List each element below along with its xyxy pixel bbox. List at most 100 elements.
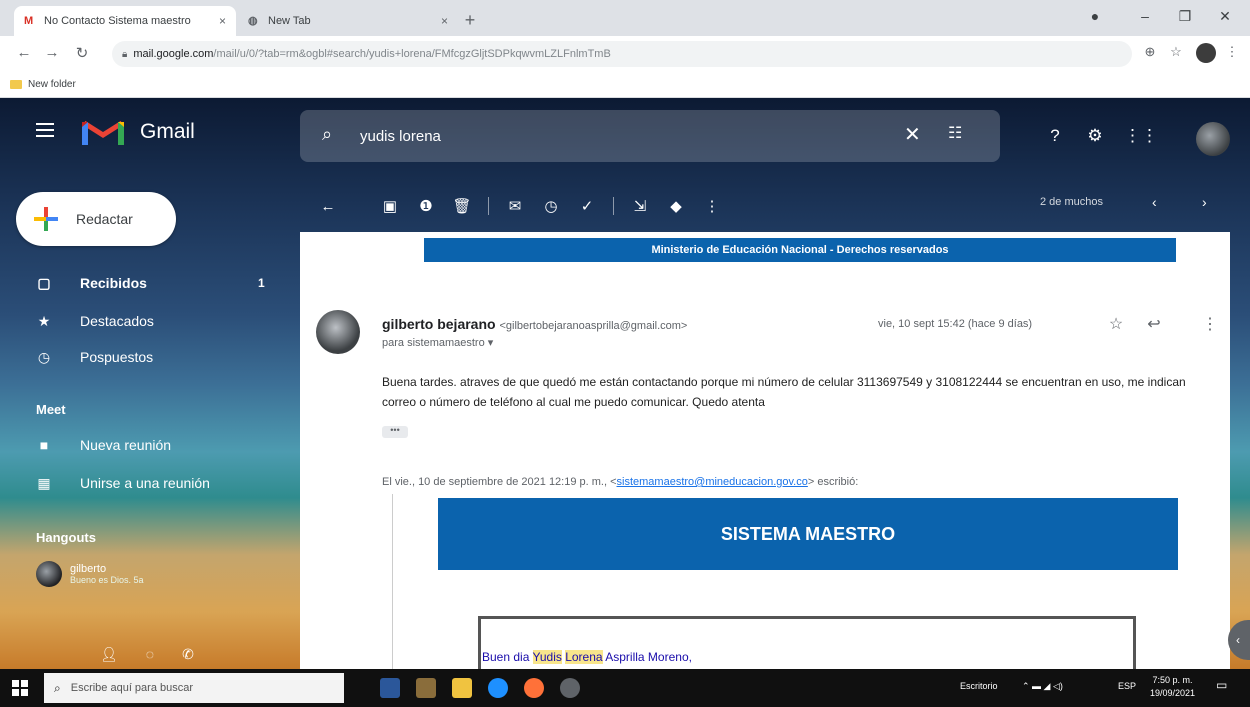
apps-grid-icon[interactable]: ⋮⋮: [1124, 126, 1158, 146]
taskbar-clock[interactable]: 7:50 p. m. 19/09/2021: [1150, 674, 1195, 700]
close-window-icon[interactable]: ✕: [1210, 8, 1240, 25]
snooze-icon[interactable]: ◷: [533, 197, 569, 215]
compose-label: Redactar: [76, 211, 133, 227]
gmail-favicon-icon: M: [24, 14, 34, 27]
search-bar: ⌕ ✕ ☷: [300, 110, 1000, 162]
browser-profile-avatar[interactable]: [1196, 43, 1216, 63]
clock-time: 7:50 p. m.: [1152, 675, 1193, 685]
firefox-icon[interactable]: [524, 678, 544, 698]
close-tab-icon[interactable]: ×: [441, 14, 448, 28]
clear-search-icon[interactable]: ✕: [904, 122, 921, 147]
maximize-icon[interactable]: ❐: [1170, 8, 1200, 25]
search-options-icon[interactable]: ☷: [948, 123, 962, 143]
phone-icon[interactable]: ✆: [182, 646, 194, 663]
sender-display-name: gilberto bejarano: [382, 316, 496, 332]
account-avatar[interactable]: [1196, 122, 1230, 156]
contact-status: Bueno es Dios. 5a: [70, 575, 144, 585]
misc-app-icon[interactable]: [560, 678, 580, 698]
bookmark-folder[interactable]: New folder: [28, 79, 76, 90]
reply-icon[interactable]: ↩: [1144, 314, 1164, 334]
address-bar[interactable]: 🔒︎ mail.google.com /mail/u/0/?tab=rm&ogb…: [112, 41, 1132, 67]
delete-icon[interactable]: 🗑︎: [444, 197, 480, 215]
add-task-icon[interactable]: ✓: [569, 197, 605, 215]
desktop-toolbar-label[interactable]: Escritorio: [960, 681, 998, 691]
recipient-text: para sistemamaestro: [382, 337, 485, 349]
hangouts-bottom-bar: 👤︎ ◌ ✆: [100, 646, 194, 663]
browser-tab-new-tab[interactable]: ◍ New Tab ×: [238, 6, 458, 36]
contact-name: gilberto: [70, 563, 107, 575]
back-to-list-icon[interactable]: ←: [310, 198, 346, 215]
folder-icon: [10, 80, 22, 89]
profile-indicator-icon[interactable]: ●: [1080, 8, 1110, 24]
photos-app-icon[interactable]: [416, 678, 436, 698]
sidebar-item-inbox[interactable]: ▢ Recibidos 1: [0, 266, 290, 300]
windows-start-icon[interactable]: [12, 680, 28, 696]
person-icon[interactable]: 👤︎: [100, 646, 118, 663]
recipient-dropdown[interactable]: para sistemamaestro ▾: [382, 336, 493, 349]
gmail-logo-icon: [82, 120, 124, 145]
message-more-icon[interactable]: ⋮: [1200, 314, 1220, 334]
close-tab-icon[interactable]: ×: [219, 14, 226, 28]
tab-title: New Tab: [268, 15, 311, 27]
search-icon[interactable]: ⌕: [322, 124, 332, 145]
file-explorer-icon[interactable]: [452, 678, 472, 698]
system-tray-icons[interactable]: ⌃ ▬ ◢ ◁): [1022, 681, 1063, 692]
notifications-icon[interactable]: ▭: [1216, 678, 1227, 692]
keyboard-icon: ▦: [37, 474, 51, 491]
reload-icon[interactable]: ↻: [72, 44, 92, 62]
bookmark-star-icon[interactable]: ☆: [1166, 44, 1186, 60]
sidebar-item-new-meeting[interactable]: ■ Nueva reunión: [0, 428, 290, 462]
message-date: vie, 10 sept 15:42 (hace 9 días): [878, 318, 1033, 330]
newer-icon[interactable]: ‹: [1152, 194, 1157, 210]
search-input[interactable]: [360, 124, 880, 148]
side-panel-toggle-icon[interactable]: ‹: [1228, 620, 1250, 660]
more-options-icon[interactable]: ⋮: [694, 197, 730, 215]
message-panel: Ministerio de Educación Nacional - Derec…: [300, 232, 1230, 669]
ministry-banner: Ministerio de Educación Nacional - Derec…: [424, 238, 1176, 262]
hangouts-contact[interactable]: gilberto Bueno es Dios. 5a: [36, 556, 276, 592]
chat-bubble-icon[interactable]: ◌: [146, 646, 154, 663]
lock-icon: 🔒︎: [122, 48, 128, 60]
message-toolbar: ← ▣ ❶ 🗑︎ ✉ ◷ ✓ ⇲ ◆ ⋮ 2 de muchos ‹ ›: [310, 190, 1250, 222]
word-app-icon[interactable]: [380, 678, 400, 698]
taskbar-search[interactable]: ⌕ Escribe aquí para buscar: [44, 673, 344, 703]
new-tab-button[interactable]: +: [458, 10, 482, 31]
quoted-email-link[interactable]: sistemamaestro@mineducacion.gov.co: [617, 476, 808, 488]
sidebar-item-starred[interactable]: ★ Destacados: [0, 304, 290, 338]
main-menu-icon[interactable]: [36, 123, 54, 137]
move-to-icon[interactable]: ⇲: [622, 197, 658, 215]
meet-section-title: Meet: [36, 402, 66, 417]
sidebar-item-join-meeting[interactable]: ▦ Unirse a una reunión: [0, 466, 290, 500]
browser-tab-gmail[interactable]: M No Contacto Sistema maestro ×: [14, 6, 236, 36]
highlight-first-name: Yudis: [532, 650, 562, 664]
show-trimmed-content-button[interactable]: •••: [382, 426, 408, 438]
toolbar-divider: [613, 197, 614, 215]
report-spam-icon[interactable]: ❶: [408, 197, 444, 215]
older-icon[interactable]: ›: [1202, 194, 1207, 210]
sidebar-item-label: Destacados: [80, 313, 154, 329]
mark-unread-icon[interactable]: ✉: [497, 197, 533, 215]
label-icon[interactable]: ◆: [658, 197, 694, 215]
browser-menu-icon[interactable]: ⋮: [1222, 44, 1242, 60]
sidebar-item-label: Nueva reunión: [80, 437, 172, 453]
url-path: /mail/u/0/?tab=rm&ogbl#search/yudis+lore…: [213, 48, 611, 60]
star-message-icon[interactable]: ☆: [1106, 314, 1126, 334]
archive-icon[interactable]: ▣: [372, 197, 408, 215]
back-icon[interactable]: ←: [14, 44, 34, 61]
contact-avatar: [36, 561, 62, 587]
clock-date: 19/09/2021: [1150, 688, 1196, 698]
compose-button[interactable]: Redactar: [16, 192, 176, 246]
settings-gear-icon[interactable]: ⚙: [1083, 126, 1107, 146]
taskbar-search-placeholder: Escribe aquí para buscar: [70, 682, 194, 694]
minimize-icon[interactable]: –: [1130, 8, 1160, 24]
forward-icon[interactable]: →: [42, 44, 62, 61]
zoom-icon[interactable]: ⊕: [1140, 44, 1160, 60]
sidebar-item-snoozed[interactable]: ◷ Pospuestos: [0, 340, 290, 374]
help-icon[interactable]: ?: [1043, 126, 1067, 146]
sender-name: gilberto bejarano <gilbertobejaranoaspri…: [382, 316, 687, 332]
compose-plus-icon: [34, 207, 58, 231]
edge-browser-icon[interactable]: [488, 678, 508, 698]
input-language[interactable]: ESP: [1118, 681, 1136, 691]
gmail-header: Gmail ⌕ ✕ ☷ ? ⚙ ⋮⋮: [0, 98, 1250, 162]
clock-icon: ◷: [37, 348, 51, 365]
